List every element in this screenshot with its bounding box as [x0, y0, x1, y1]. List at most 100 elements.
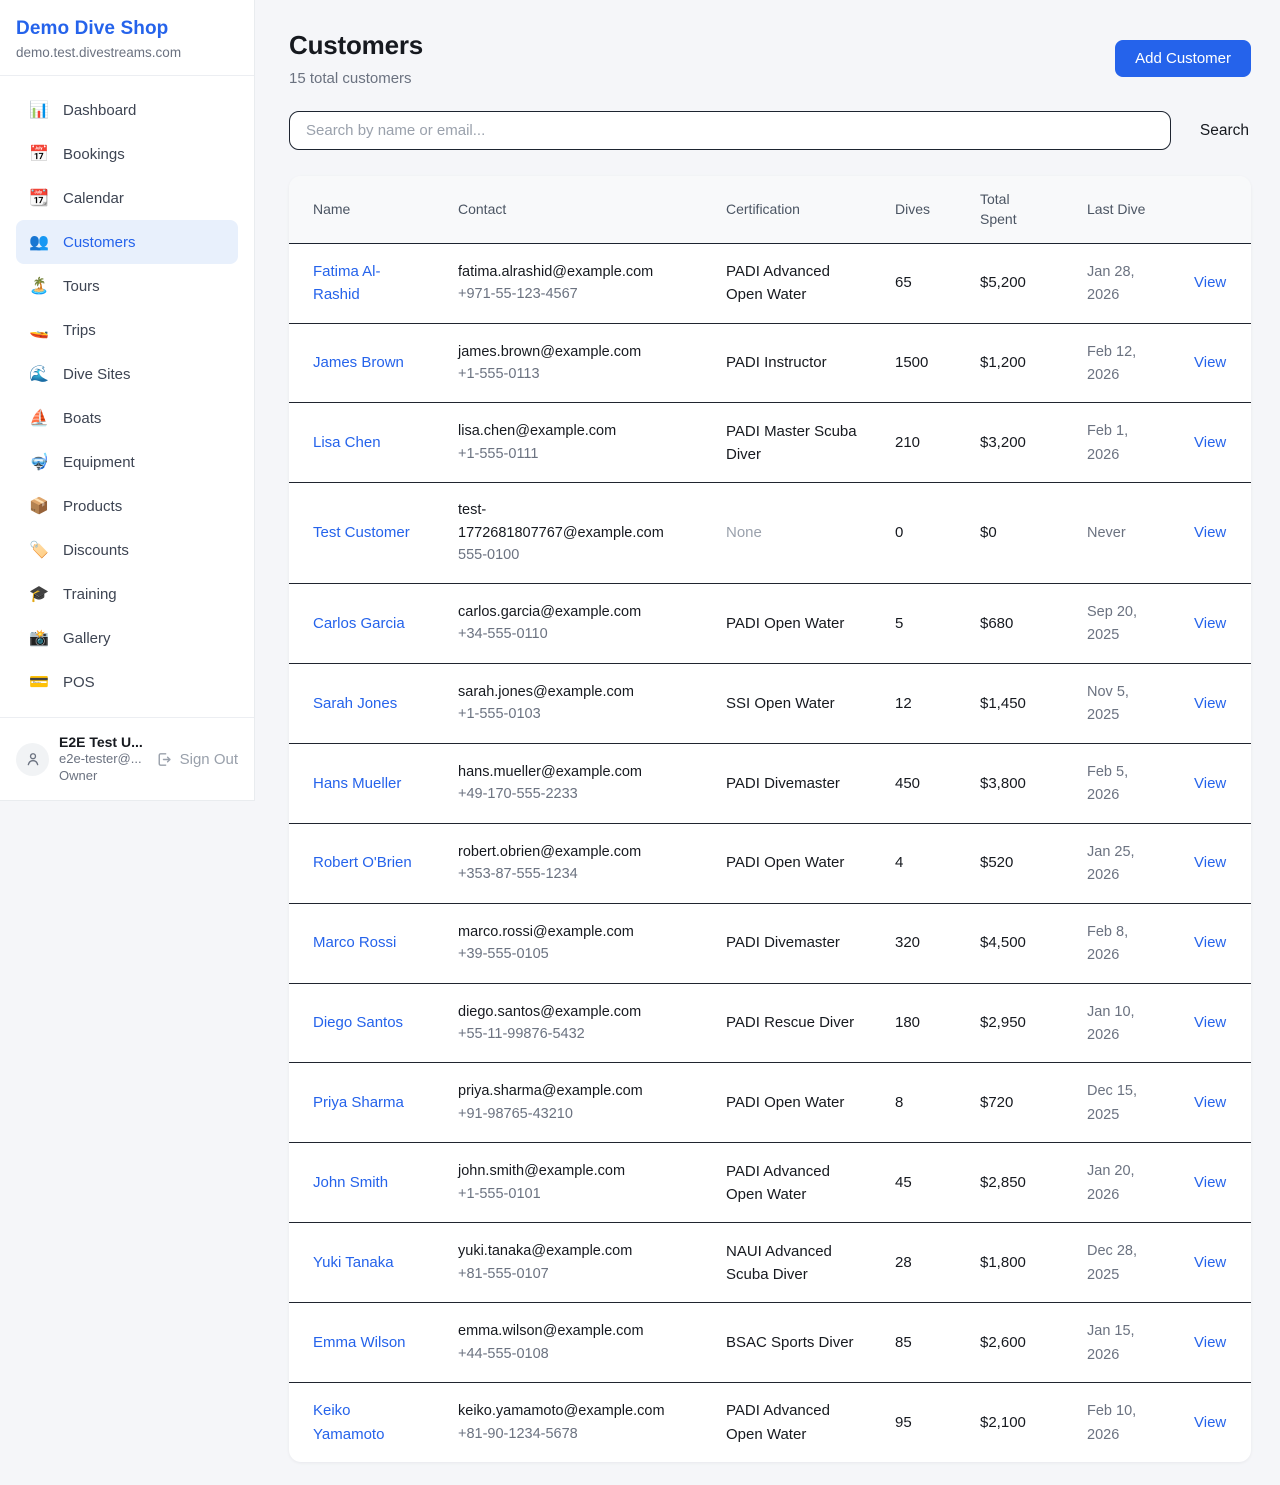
view-link[interactable]: View — [1194, 434, 1226, 451]
table-row: Keiko Yamamoto keiko.yamamoto@example.co… — [289, 1383, 1251, 1462]
shop-domain: demo.test.divestreams.com — [16, 45, 238, 60]
customer-name-link[interactable]: James Brown — [313, 354, 404, 371]
customer-name-link[interactable]: Yuki Tanaka — [313, 1254, 394, 1271]
column-header-dives: Dives — [895, 176, 980, 243]
customer-phone: 555-0100 — [458, 544, 680, 566]
customer-email: priya.sharma@example.com — [458, 1080, 680, 1102]
customer-name-link[interactable]: Emma Wilson — [313, 1334, 406, 1351]
sidebar-item-label: Bookings — [63, 146, 125, 163]
customer-phone: +81-90-1234-5678 — [458, 1423, 680, 1445]
view-link[interactable]: View — [1194, 854, 1226, 871]
customer-name-link[interactable]: Keiko Yamamoto — [313, 1402, 384, 1442]
customers-table: Name Contact Certification Dives Total S… — [289, 176, 1251, 1462]
sidebar-item-products[interactable]: 📦 Products — [16, 484, 238, 528]
view-link[interactable]: View — [1194, 354, 1226, 371]
sidebar-item-calendar[interactable]: 📆 Calendar — [16, 176, 238, 220]
customer-phone: +55-11-99876-5432 — [458, 1023, 680, 1045]
sidebar-item-training[interactable]: 🎓 Training — [16, 572, 238, 616]
sidebar-item-customers[interactable]: 👥 Customers — [16, 220, 238, 264]
view-link[interactable]: View — [1194, 934, 1226, 951]
customer-name-link[interactable]: Lisa Chen — [313, 434, 381, 451]
view-link[interactable]: View — [1194, 615, 1226, 632]
view-link[interactable]: View — [1194, 1414, 1226, 1431]
customer-name-link[interactable]: Hans Mueller — [313, 775, 401, 792]
view-link[interactable]: View — [1194, 1254, 1226, 1271]
view-link[interactable]: View — [1194, 1094, 1226, 1111]
search-button[interactable]: Search — [1198, 118, 1251, 144]
table-row: Lisa Chen lisa.chen@example.com +1-555-0… — [289, 403, 1251, 483]
customer-last-dive: Jan 10, 2026 — [1087, 1004, 1135, 1043]
customer-email: carlos.garcia@example.com — [458, 601, 680, 623]
customer-email: diego.santos@example.com — [458, 1001, 680, 1023]
sidebar-item-pos[interactable]: 💳 POS — [16, 660, 238, 704]
sidebar-item-tours[interactable]: 🏝️ Tours — [16, 264, 238, 308]
customer-certification: PADI Rescue Diver — [726, 1014, 854, 1031]
sidebar-item-label: Dive Sites — [63, 366, 131, 383]
customer-name-link[interactable]: Marco Rossi — [313, 934, 396, 951]
sidebar-item-bookings[interactable]: 📅 Bookings — [16, 132, 238, 176]
customer-total-spent: $680 — [980, 615, 1013, 632]
sidebar-item-label: Customers — [63, 234, 136, 251]
view-link[interactable]: View — [1194, 274, 1226, 291]
customer-name-link[interactable]: Sarah Jones — [313, 695, 397, 712]
customer-email: hans.mueller@example.com — [458, 761, 680, 783]
boats-icon: ⛵ — [28, 408, 50, 428]
customer-name-link[interactable]: Priya Sharma — [313, 1094, 404, 1111]
view-link[interactable]: View — [1194, 1174, 1226, 1191]
customer-email: emma.wilson@example.com — [458, 1320, 680, 1342]
customer-total-spent: $2,850 — [980, 1174, 1026, 1191]
sign-out-icon — [155, 751, 172, 768]
table-row: Carlos Garcia carlos.garcia@example.com … — [289, 583, 1251, 663]
customer-name-link[interactable]: Fatima Al-Rashid — [313, 263, 381, 303]
customer-dives: 180 — [895, 1014, 920, 1031]
sidebar-item-label: POS — [63, 674, 95, 691]
sidebar-item-label: Trips — [63, 322, 96, 339]
sidebar-item-boats[interactable]: ⛵ Boats — [16, 396, 238, 440]
customer-name-link[interactable]: Carlos Garcia — [313, 615, 405, 632]
view-link[interactable]: View — [1194, 1014, 1226, 1031]
sidebar-item-dive-sites[interactable]: 🌊 Dive Sites — [16, 352, 238, 396]
sidebar-item-equipment[interactable]: 🤿 Equipment — [16, 440, 238, 484]
customer-name-link[interactable]: Test Customer — [313, 524, 410, 541]
customer-name-link[interactable]: Diego Santos — [313, 1014, 403, 1031]
table-row: Hans Mueller hans.mueller@example.com +4… — [289, 743, 1251, 823]
customer-last-dive: Dec 15, 2025 — [1087, 1083, 1137, 1122]
customer-last-dive: Dec 28, 2025 — [1087, 1243, 1137, 1282]
customer-certification: PADI Advanced Open Water — [726, 263, 830, 303]
view-link[interactable]: View — [1194, 524, 1226, 541]
sidebar-item-trips[interactable]: 🚤 Trips — [16, 308, 238, 352]
view-link[interactable]: View — [1194, 1334, 1226, 1351]
customer-phone: +1-555-0113 — [458, 363, 680, 385]
add-customer-button[interactable]: Add Customer — [1115, 40, 1251, 77]
customer-name-link[interactable]: John Smith — [313, 1174, 388, 1191]
sidebar-item-discounts[interactable]: 🏷️ Discounts — [16, 528, 238, 572]
search-input[interactable] — [289, 111, 1171, 150]
customer-certification: NAUI Advanced Scuba Diver — [726, 1243, 832, 1283]
customer-name-link[interactable]: Robert O'Brien — [313, 854, 412, 871]
customer-certification: PADI Divemaster — [726, 934, 840, 951]
customer-email: fatima.alrashid@example.com — [458, 261, 680, 283]
sidebar-nav: 📊 Dashboard 📅 Bookings 📆 Calendar 👥 Cust… — [0, 76, 254, 717]
table-row: James Brown james.brown@example.com +1-5… — [289, 323, 1251, 403]
customer-dives: 85 — [895, 1334, 912, 1351]
sidebar-item-label: Tours — [63, 278, 100, 295]
view-link[interactable]: View — [1194, 775, 1226, 792]
column-header-last-dive: Last Dive — [1087, 176, 1194, 243]
shop-title: Demo Dive Shop — [16, 18, 238, 40]
sidebar-item-gallery[interactable]: 📸 Gallery — [16, 616, 238, 660]
table-row: John Smith john.smith@example.com +1-555… — [289, 1143, 1251, 1223]
customer-last-dive: Nov 5, 2025 — [1087, 684, 1129, 723]
customer-email: yuki.tanaka@example.com — [458, 1240, 680, 1262]
customer-total-spent: $1,800 — [980, 1254, 1026, 1271]
customer-dives: 0 — [895, 524, 903, 541]
customer-dives: 1500 — [895, 354, 928, 371]
user-role: Owner — [59, 768, 145, 785]
sign-out-button[interactable]: Sign Out — [155, 751, 238, 768]
tours-icon: 🏝️ — [28, 276, 50, 296]
view-link[interactable]: View — [1194, 695, 1226, 712]
page-header-text: Customers 15 total customers — [289, 30, 423, 87]
customer-total-spent: $2,100 — [980, 1414, 1026, 1431]
customer-dives: 95 — [895, 1414, 912, 1431]
customer-dives: 5 — [895, 615, 903, 632]
sidebar-item-dashboard[interactable]: 📊 Dashboard — [16, 88, 238, 132]
